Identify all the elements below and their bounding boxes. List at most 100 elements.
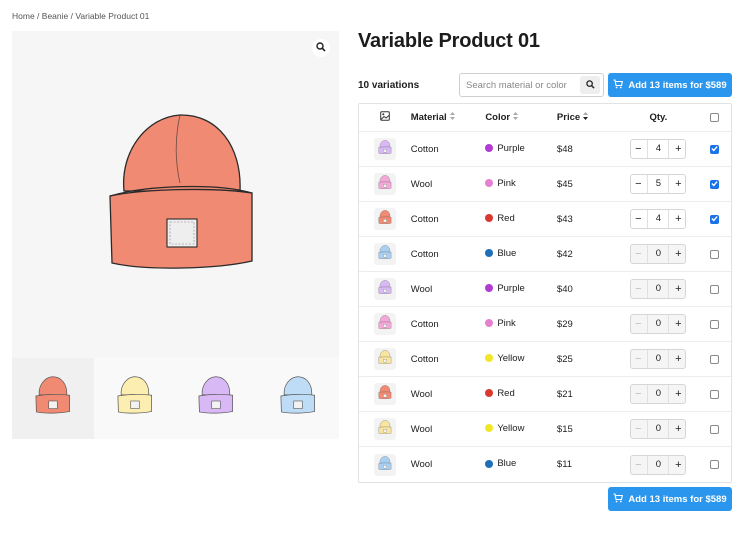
search-input[interactable] [460,74,578,96]
price-column-header[interactable]: Price [557,112,619,123]
quantity-value[interactable]: 4 [647,210,670,228]
row-checkbox[interactable] [710,460,720,469]
material-cell: Cotton [410,143,439,155]
quantity-value[interactable]: 0 [647,385,670,403]
quantity-value[interactable]: 0 [647,315,670,333]
quantity-value[interactable]: 0 [647,455,670,474]
color-cell: Red [485,388,557,401]
increment-button[interactable]: + [671,350,685,368]
color-cell: Pink [485,178,557,191]
color-label: Blue [497,458,517,470]
gallery-thumbnail[interactable] [175,358,258,439]
table-row: Cotton Yellow $25 −0 + [359,342,731,377]
variations-count: 10 variations [358,80,420,91]
decrement-button[interactable]: − [631,245,645,263]
variation-image-cell [359,138,411,160]
material-cell: Cotton [410,318,439,330]
color-cell: Pink [485,318,557,331]
row-checkbox[interactable] [710,144,720,155]
color-header-label: Color [485,112,511,123]
breadcrumb-separator: / [34,11,42,21]
decrement-button[interactable]: − [631,210,645,228]
variation-image-cell [359,313,411,335]
quantity-value[interactable]: 5 [647,175,670,193]
qty-cell: −0 + [619,244,699,264]
decrement-button[interactable]: − [631,456,645,474]
add-to-cart-button-bottom[interactable]: Add 13 items for $589 [608,487,732,511]
variation-thumbnail[interactable] [373,453,396,476]
breadcrumb-category-link[interactable]: Beanie [42,11,68,21]
row-checkbox[interactable] [710,354,720,364]
increment-button[interactable]: + [671,140,685,158]
material-cell: Cotton [410,248,439,260]
add-to-cart-button-top[interactable]: Add 13 items for $589 [608,73,732,97]
breadcrumb-home-link[interactable]: Home [12,11,35,21]
beanie-icon [378,420,392,438]
variation-thumbnail[interactable] [373,138,396,160]
quantity-value[interactable]: 0 [647,420,670,438]
gallery-thumbnail[interactable] [93,358,176,439]
decrement-button[interactable]: − [631,175,645,193]
price-cell: $21 [556,388,573,400]
variation-thumbnail[interactable] [373,243,396,265]
zoom-button[interactable] [312,39,330,57]
row-checkbox[interactable] [710,424,720,434]
decrement-button[interactable]: − [631,280,645,298]
material-column-header[interactable]: Material [411,112,486,123]
variation-thumbnail[interactable] [373,348,396,370]
increment-button[interactable]: + [671,420,685,438]
increment-button[interactable]: + [671,175,685,193]
gallery-thumbnail[interactable] [12,358,94,439]
quantity-value[interactable]: 4 [647,140,670,158]
increment-button[interactable]: + [671,456,685,474]
variation-image-cell [359,418,411,440]
search-button[interactable] [580,76,600,94]
quantity-value[interactable]: 0 [647,280,670,298]
decrement-button[interactable]: − [631,350,645,368]
decrement-button[interactable]: − [631,315,645,333]
color-cell: Blue [485,458,557,471]
variation-thumbnail[interactable] [373,278,396,300]
select-all-checkbox[interactable] [710,113,720,122]
increment-button[interactable]: + [671,280,685,298]
quantity-value[interactable]: 0 [647,350,670,368]
variation-thumbnail[interactable] [373,313,396,335]
row-checkbox[interactable] [710,284,720,294]
breadcrumb-current: Variable Product 01 [75,11,150,21]
variation-image-cell [359,453,411,476]
gallery-thumbnail[interactable] [257,358,339,439]
increment-button[interactable]: + [671,245,685,263]
increment-button[interactable]: + [671,385,685,403]
quantity-value[interactable]: 0 [647,245,670,263]
select-cell [698,424,731,434]
table-row: Wool Purple $40 −0 + [359,272,731,307]
price-cell: $42 [556,248,573,260]
color-cell: Red [485,213,557,226]
variation-thumbnail[interactable] [373,208,396,230]
color-dot [485,284,494,293]
decrement-button[interactable]: − [631,420,645,438]
row-checkbox[interactable] [710,319,720,329]
color-dot [485,249,494,258]
color-column-header[interactable]: Color [485,112,557,123]
qty-cell: −0 + [619,454,699,475]
decrement-button[interactable]: − [631,385,645,403]
row-checkbox[interactable] [710,389,720,399]
variation-thumbnail[interactable] [373,418,396,440]
row-checkbox[interactable] [710,179,720,189]
variation-thumbnail[interactable] [373,383,396,405]
product-main-image-container[interactable] [12,31,339,358]
qty-cell: −4 + [619,209,699,229]
decrement-button[interactable]: − [631,140,645,158]
material-cell: Cotton [410,353,439,365]
add-to-cart-label: Add 13 items for $589 [628,493,727,505]
increment-button[interactable]: + [671,315,685,333]
row-checkbox[interactable] [710,214,720,224]
page-title: Variable Product 01 [358,30,540,52]
increment-button[interactable]: + [671,210,685,228]
checkmark-icon [711,144,718,155]
variation-thumbnail[interactable] [373,173,396,195]
variation-image-cell [359,243,411,265]
row-checkbox[interactable] [710,249,720,259]
color-dot [485,389,494,398]
